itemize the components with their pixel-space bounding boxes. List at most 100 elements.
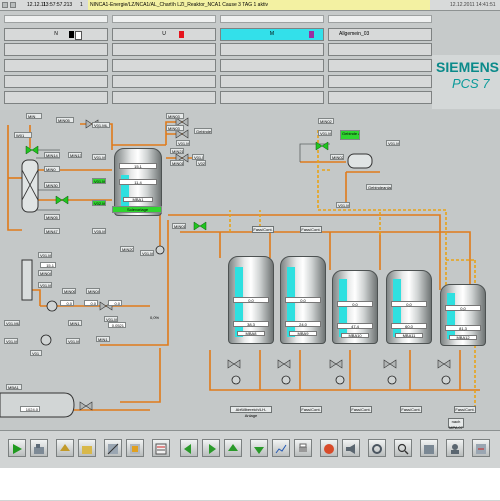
- toolbar-button[interactable]: [342, 439, 360, 457]
- tag-label[interactable]: V01.ML: [92, 122, 110, 128]
- area-slot[interactable]: [220, 91, 324, 104]
- toolbar-button[interactable]: [250, 439, 268, 457]
- tag-label-active[interactable]: Gebinde anlage: [340, 130, 360, 140]
- tag-label[interactable]: MIN05: [56, 117, 74, 123]
- tag-label[interactable]: MIN13: [68, 152, 82, 158]
- current-alarm-message[interactable]: NINCA1-Energie/LZ/NCA1/AL_Chart\h LZI_Re…: [88, 0, 430, 10]
- tag-label[interactable]: V05.ML: [92, 228, 106, 234]
- lock-icon[interactable]: [10, 2, 16, 8]
- tag-label[interactable]: MIN: [26, 113, 42, 119]
- tag-label[interactable]: V02: [196, 160, 206, 166]
- toolbar-button[interactable]: [202, 439, 220, 457]
- toolbar-button[interactable]: [126, 439, 144, 457]
- tag-label[interactable]: MIN02: [330, 154, 344, 160]
- toolbar-button[interactable]: [180, 439, 198, 457]
- tag-label[interactable]: MIN01: [170, 160, 184, 166]
- toolbar-button[interactable]: [78, 439, 96, 457]
- toolbar-button[interactable]: [272, 439, 290, 457]
- area-slot[interactable]: [220, 75, 324, 88]
- area-slot[interactable]: [4, 15, 108, 23]
- area-slot[interactable]: [4, 91, 108, 104]
- tag-label[interactable]: MIN0: [44, 166, 60, 172]
- menu-icon[interactable]: [2, 2, 8, 8]
- tag-label[interactable]: V01.ML: [386, 140, 400, 146]
- tag-label[interactable]: Gebinde: [194, 128, 212, 134]
- tag-label[interactable]: V01.ML: [140, 250, 154, 256]
- tag-label[interactable]: V01.ML: [38, 282, 52, 288]
- tag-label[interactable]: MIN14: [44, 152, 60, 158]
- toolbar-button[interactable]: [56, 439, 74, 457]
- tag-label[interactable]: V01: [30, 350, 42, 356]
- area-slot[interactable]: [328, 75, 432, 88]
- tag-label[interactable]: MIN04: [38, 270, 52, 276]
- toolbar-button[interactable]: [446, 439, 464, 457]
- vessel-footer[interactable]: Solevorlage: [112, 206, 162, 213]
- toolbar-button[interactable]: [224, 439, 242, 457]
- tag-label-active[interactable]: V01.ML: [92, 178, 106, 184]
- vessel-mba10[interactable]: 47,4 MBA10 0,0: [332, 270, 378, 344]
- area-slot[interactable]: [220, 15, 324, 23]
- area-slot[interactable]: [112, 75, 216, 88]
- tag-label[interactable]: V01.ML: [38, 252, 52, 258]
- tag-label[interactable]: MIN20: [120, 246, 134, 252]
- area-slot[interactable]: [328, 43, 432, 56]
- toolbar-button[interactable]: [420, 439, 438, 457]
- toolbar-button[interactable]: [394, 439, 412, 457]
- tag-label[interactable]: V01.ML: [176, 140, 190, 146]
- toolbar-button[interactable]: [104, 439, 122, 457]
- area-slot[interactable]: [328, 59, 432, 72]
- tag-label[interactable]: MIN02: [318, 118, 334, 124]
- area-slot[interactable]: [220, 59, 324, 72]
- area-slot[interactable]: [328, 91, 432, 104]
- tag-label[interactable]: MIN30: [44, 182, 60, 188]
- area-slot[interactable]: [328, 15, 432, 23]
- tag-label[interactable]: MIN05: [44, 214, 60, 220]
- vessel-mba12[interactable]: 81,3 MBA12 0,0: [440, 284, 486, 346]
- drum-button[interactable]: Fass/Cont.: [300, 406, 322, 413]
- toolbar-button[interactable]: [368, 439, 386, 457]
- tag-label[interactable]: V01.ML: [4, 320, 20, 326]
- area-slot[interactable]: [4, 75, 108, 88]
- drum-button[interactable]: Fass/Cont.: [300, 226, 322, 233]
- drum-button[interactable]: Fass/Cont.: [454, 406, 476, 413]
- filling-station-button[interactable]: Abfüllbereich/LH-Anlage: [230, 406, 272, 418]
- drum-button[interactable]: Fass/Cont.: [400, 406, 422, 413]
- tag-label[interactable]: V01.ML: [92, 154, 106, 160]
- area-slot[interactable]: [220, 43, 324, 56]
- tag-label[interactable]: MIN03: [166, 125, 184, 131]
- toolbar-button[interactable]: [320, 439, 338, 457]
- area-button-allgemein[interactable]: Allgemein_03: [328, 28, 432, 41]
- vessel-mba11[interactable]: 60,0 MBA11 0,0: [386, 270, 432, 344]
- tag-label[interactable]: MIN03: [166, 113, 184, 119]
- next-picture-button[interactable]: nach MPA 07: [448, 418, 464, 430]
- area-slot[interactable]: [112, 43, 216, 56]
- tag-label[interactable]: MIN21: [170, 148, 184, 154]
- tag-label-active[interactable]: V02.ML: [92, 200, 106, 206]
- area-button-m[interactable]: M: [220, 28, 324, 41]
- vessel-mba8[interactable]: 38,3 MBA8 0,0: [228, 256, 274, 344]
- area-slot[interactable]: [4, 43, 108, 56]
- tag-label[interactable]: MIN1: [96, 336, 110, 342]
- area-slot[interactable]: [4, 59, 108, 72]
- toolbar-button[interactable]: [8, 439, 26, 457]
- tag-label[interactable]: V01.ML: [66, 338, 80, 344]
- toolbar-button[interactable]: [30, 439, 48, 457]
- tag-label[interactable]: MIN1: [68, 320, 82, 326]
- toolbar-button[interactable]: [294, 439, 312, 457]
- tag-label[interactable]: V01.ML: [4, 338, 18, 344]
- tag-label[interactable]: MIN04: [86, 288, 100, 294]
- tag-label[interactable]: V01.ML: [336, 202, 350, 208]
- tag-label[interactable]: V01.ML: [318, 130, 332, 136]
- toolbar-button[interactable]: [472, 439, 490, 457]
- area-slot[interactable]: [112, 59, 216, 72]
- area-slot[interactable]: [112, 91, 216, 104]
- tag-label[interactable]: MBA1: [6, 384, 22, 390]
- toolbar-button[interactable]: [152, 439, 170, 457]
- tag-label[interactable]: MIN47: [44, 228, 60, 234]
- tag-label[interactable]: MIN01: [172, 223, 186, 229]
- drum-button[interactable]: Fass/Cont.: [350, 406, 372, 413]
- drum-button[interactable]: Fass/Cont.: [252, 226, 274, 233]
- area-button-n[interactable]: N: [4, 28, 108, 41]
- tag-label[interactable]: Gebindeanlage: [366, 184, 392, 190]
- tag-label[interactable]: MIN06: [62, 288, 76, 294]
